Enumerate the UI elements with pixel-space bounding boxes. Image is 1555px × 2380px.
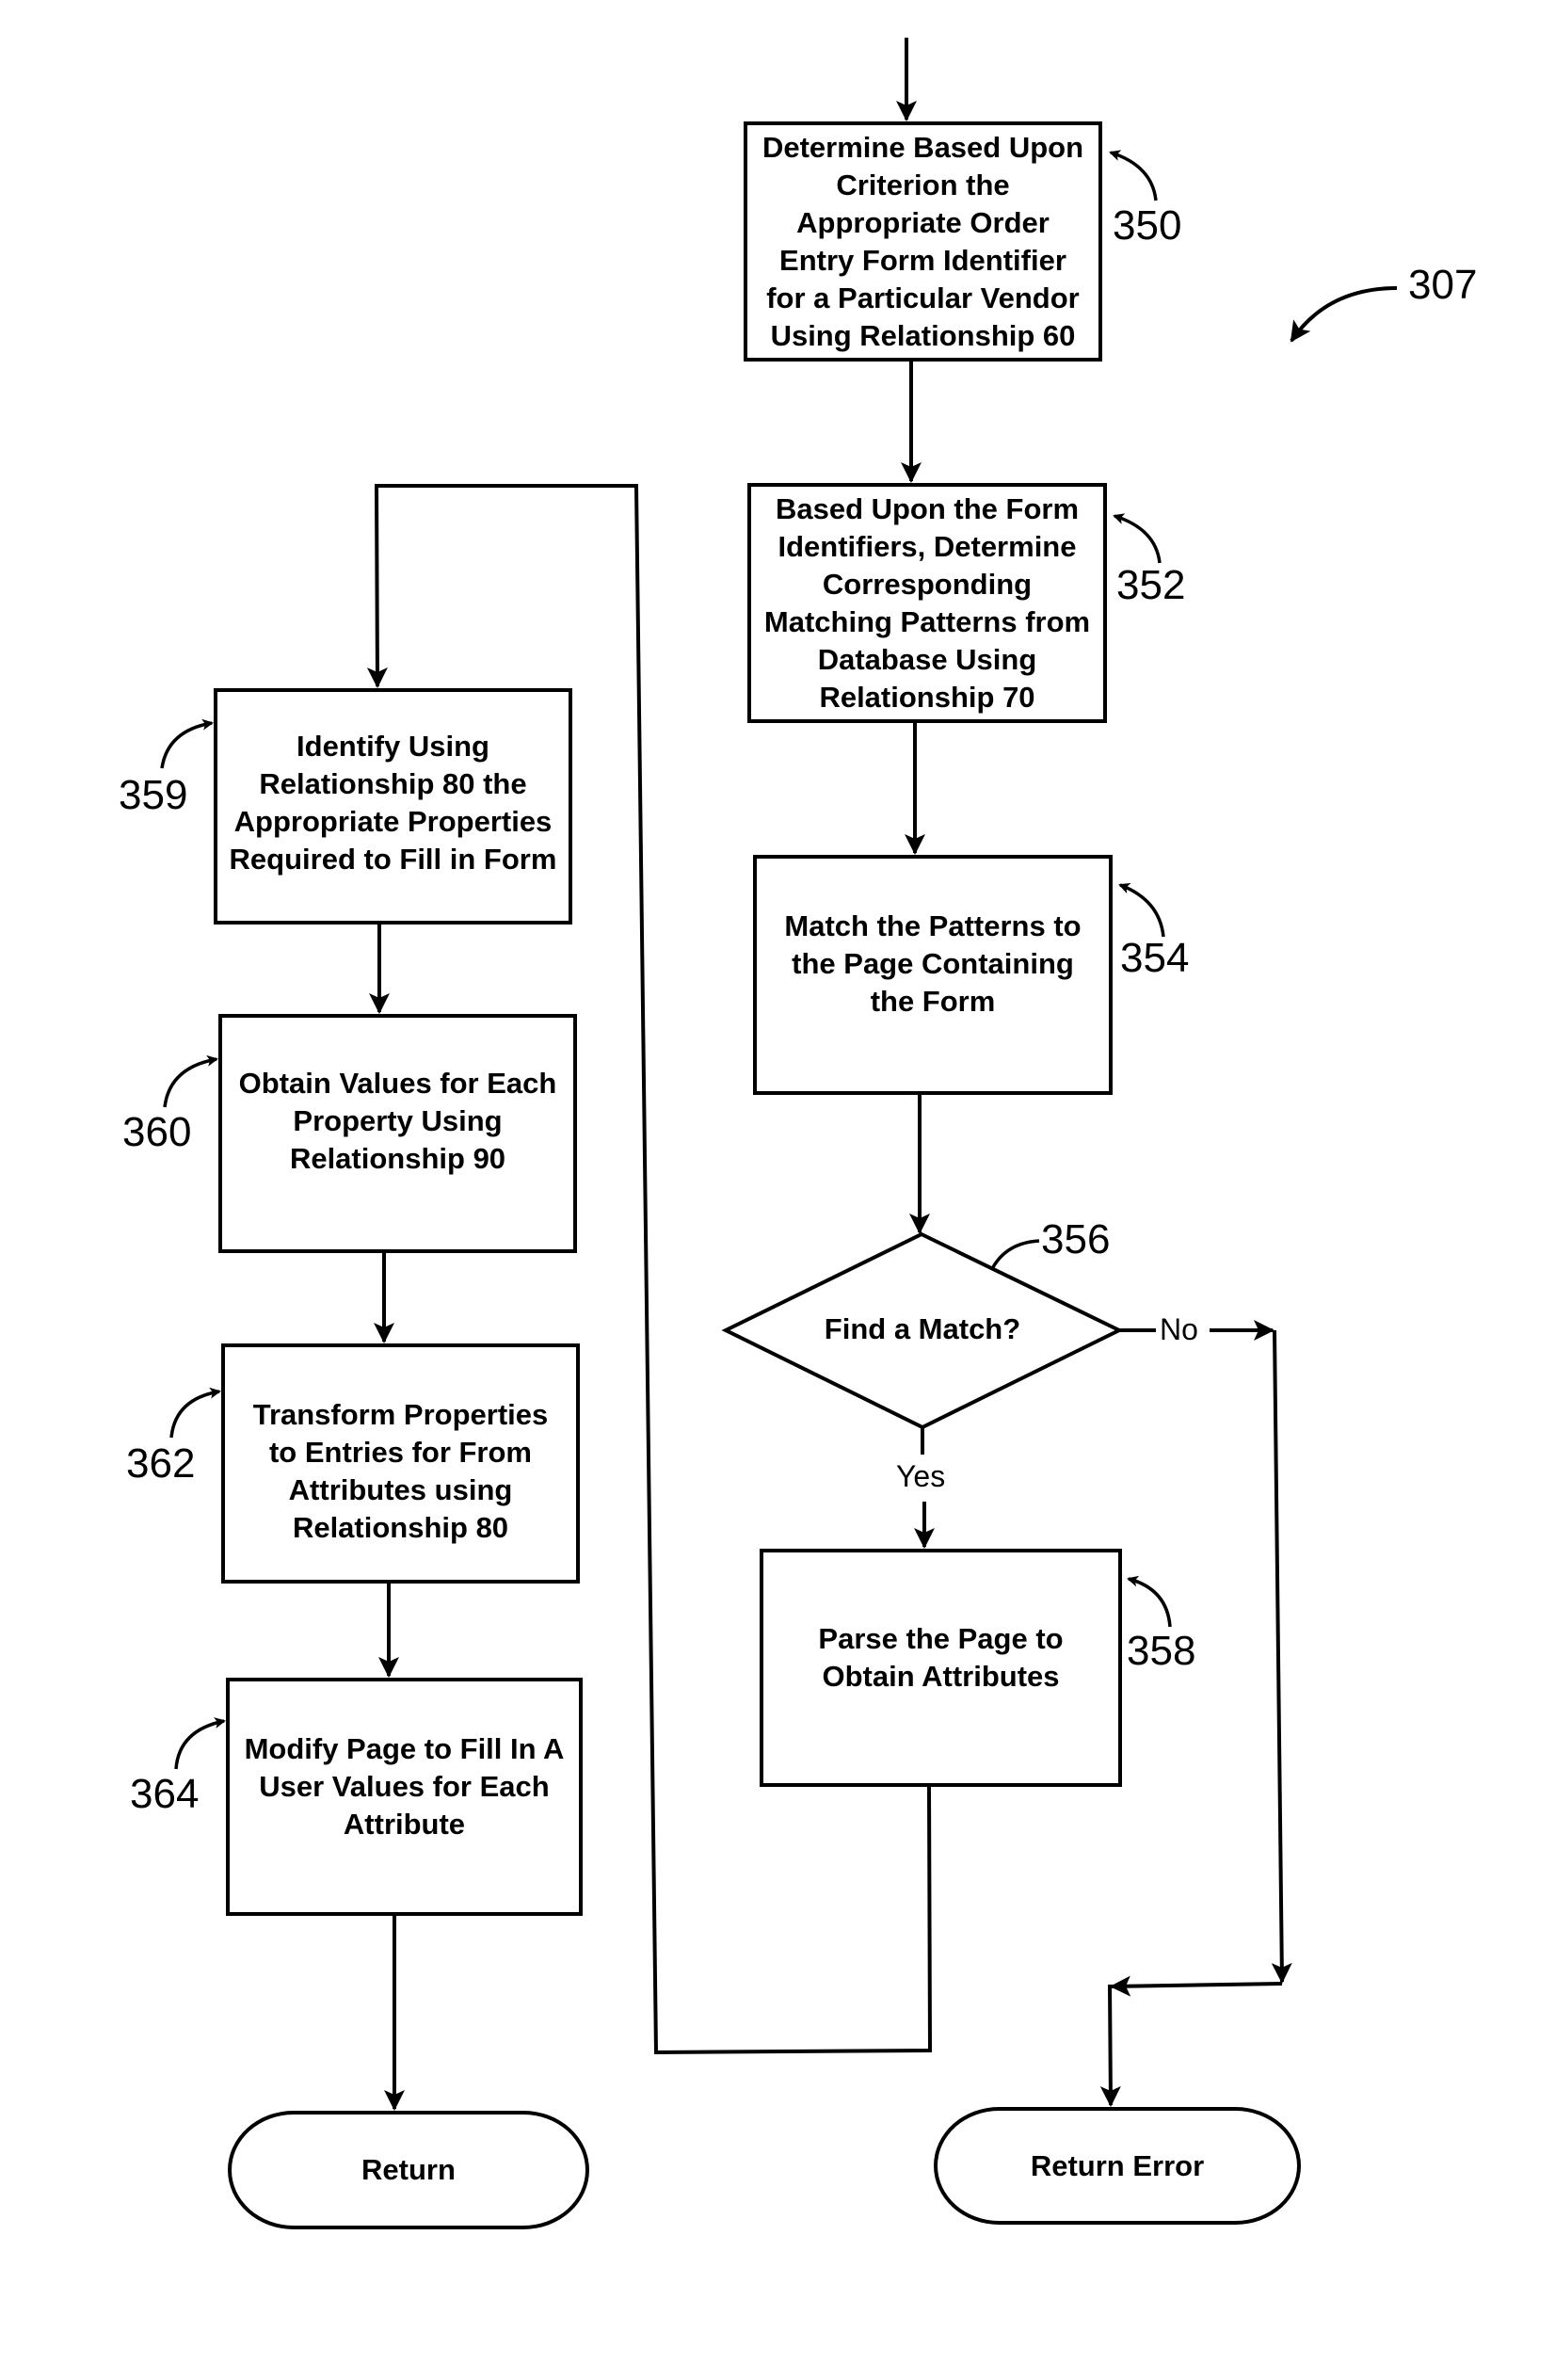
ref-352: 352 — [1116, 562, 1186, 608]
ref-leader-364 — [174, 1717, 226, 1770]
ref-leader-307 — [1290, 286, 1398, 343]
step-362-box: Transform Properties to Entries for From… — [221, 1343, 580, 1584]
ref-leader-356 — [991, 1239, 1040, 1268]
ref-leader-354 — [1118, 882, 1165, 938]
decision-356-text: Find a Match? — [824, 1312, 1021, 1345]
ref-362: 362 — [126, 1440, 196, 1487]
terminal-return: Return — [228, 2111, 589, 2229]
ref-leader-360 — [163, 1054, 218, 1108]
ref-358: 358 — [1127, 1628, 1196, 1674]
ref-leader-359 — [160, 718, 214, 769]
ref-354: 354 — [1120, 935, 1190, 981]
figure-ref-307: 307 — [1408, 262, 1478, 308]
ref-leader-350 — [1109, 150, 1158, 201]
ref-356: 356 — [1041, 1216, 1111, 1262]
ref-350: 350 — [1113, 202, 1182, 249]
ref-360: 360 — [122, 1109, 192, 1155]
decision-yes-label: Yes — [894, 1459, 948, 1494]
decision-no-label: No — [1158, 1312, 1200, 1347]
step-354-box: Match the Patterns to the Page Containin… — [753, 855, 1113, 1095]
step-352-box: Based Upon the Form Identifiers, Determi… — [747, 483, 1107, 723]
ref-leader-358 — [1127, 1575, 1172, 1628]
ref-leader-362 — [169, 1387, 221, 1439]
step-350-box: Determine Based Upon Criterion the Appro… — [744, 121, 1102, 362]
step-364-box: Modify Page to Fill In A User Values for… — [226, 1678, 583, 1916]
step-359-box: Identify Using Relationship 80 the Appro… — [214, 688, 572, 925]
arrow-to-return-error — [1099, 1984, 1121, 2107]
ref-359: 359 — [119, 772, 188, 818]
ref-leader-352 — [1113, 513, 1162, 564]
step-360-box: Obtain Values for Each Property Using Re… — [218, 1014, 577, 1253]
arrow-no-down — [1271, 1329, 1292, 1984]
arrow-no-left — [1110, 1975, 1283, 1997]
ref-364: 364 — [130, 1771, 200, 1817]
terminal-return-error: Return Error — [934, 2107, 1301, 2225]
step-358-box: Parse the Page to Obtain Attributes — [760, 1549, 1122, 1787]
